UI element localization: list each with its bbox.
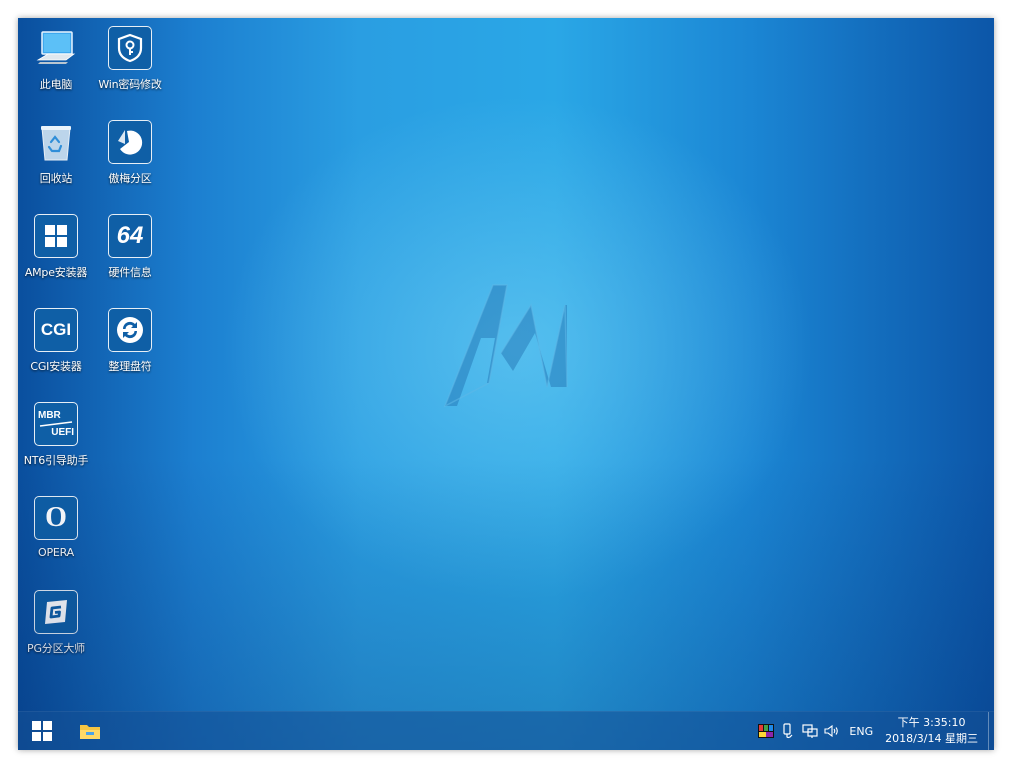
cgi-glyph: CGI: [40, 320, 72, 339]
volume-icon: [824, 724, 839, 738]
refresh-drive-letters-icon: [108, 308, 152, 352]
partition-guru-icon: [34, 590, 78, 634]
uefi-glyph: UEFI: [51, 427, 74, 438]
password-key-icon: [108, 26, 152, 70]
desktop-screen: 此电脑 回收站 AMpe安装器 CGI CGI安装器 MBR UEFI NT6引…: [18, 18, 994, 750]
opera-glyph: O: [45, 502, 67, 533]
desktop-icon-label: 傲梅分区: [108, 172, 152, 185]
desktop-icon-ampe-installer[interactable]: AMpe安装器: [18, 206, 94, 292]
windows-start-icon: [32, 721, 52, 741]
desktop-icon-label: NT6引导助手: [23, 454, 89, 467]
desktop-icon-label: 此电脑: [39, 78, 73, 91]
sixty-four-glyph: 64: [116, 222, 144, 249]
start-button[interactable]: [20, 712, 64, 750]
file-explorer-button[interactable]: [68, 712, 112, 750]
desktop-icon-label: CGI安装器: [30, 360, 82, 373]
windows-installer-icon: [34, 214, 78, 258]
desktop-icon-hardware-info[interactable]: 64 硬件信息: [92, 206, 168, 292]
desktop-icon-label: 硬件信息: [108, 266, 152, 279]
hardware-info-icon: 64: [108, 214, 152, 258]
network-tray-button[interactable]: [799, 712, 821, 750]
file-explorer-icon: [80, 725, 100, 739]
color-palette-tray-button[interactable]: [755, 712, 777, 750]
opera-icon: O: [34, 496, 78, 540]
desktop-icon-label: OPERA: [38, 546, 74, 559]
desktop-icon-label: 回收站: [39, 172, 73, 185]
desktop-icon-label: Win密码修改: [98, 78, 162, 91]
taskbar-clock[interactable]: 下午 3:35:10 2018/3/14 星期三: [881, 715, 988, 747]
mbr-uefi-icon: MBR UEFI: [34, 402, 78, 446]
desktop-icon-label: AMpe安装器: [24, 266, 88, 279]
desktop-icon-aomei-partition[interactable]: 傲梅分区: [92, 112, 168, 198]
desktop-icon-cgi-installer[interactable]: CGI CGI安装器: [18, 300, 94, 386]
usb-device-tray-button[interactable]: [777, 712, 799, 750]
desktop-icon-nt6-boot-helper[interactable]: MBR UEFI NT6引导助手: [18, 394, 94, 480]
desktop-icon-this-pc[interactable]: 此电脑: [18, 18, 94, 104]
show-desktop-button[interactable]: [988, 712, 994, 750]
desktop-icon-label: PG分区大师: [27, 642, 85, 655]
volume-tray-button[interactable]: [821, 712, 843, 750]
desktop-icon-opera[interactable]: O OPERA: [18, 488, 94, 574]
input-language-indicator[interactable]: ENG: [843, 725, 881, 738]
desktop-icon-recycle-bin[interactable]: 回收站: [18, 112, 94, 198]
clock-time: 下午 3:35:10: [897, 716, 966, 729]
cgi-installer-icon: CGI: [34, 308, 78, 352]
mbr-glyph: MBR: [38, 410, 61, 421]
aomei-partition-icon: [108, 120, 152, 164]
desktop-icon-pg-partition[interactable]: PG分区大师: [18, 582, 94, 668]
clock-date: 2018/3/14 星期三: [885, 732, 978, 745]
desktop-icon-drive-letters[interactable]: 整理盘符: [92, 300, 168, 386]
taskbar: ENG 下午 3:35:10 2018/3/14 星期三: [18, 711, 994, 750]
system-tray: ENG 下午 3:35:10 2018/3/14 星期三: [755, 712, 994, 750]
wallpaper-am-logo: [443, 284, 568, 408]
desktop-icon-label: 整理盘符: [108, 360, 152, 373]
usb-device-icon: [783, 723, 793, 739]
color-palette-icon: [758, 724, 775, 738]
desktop-icon-win-password[interactable]: Win密码修改: [92, 18, 168, 104]
recycle-bin-icon: [34, 120, 78, 164]
network-icon: [802, 724, 818, 738]
computer-icon: [34, 26, 78, 70]
